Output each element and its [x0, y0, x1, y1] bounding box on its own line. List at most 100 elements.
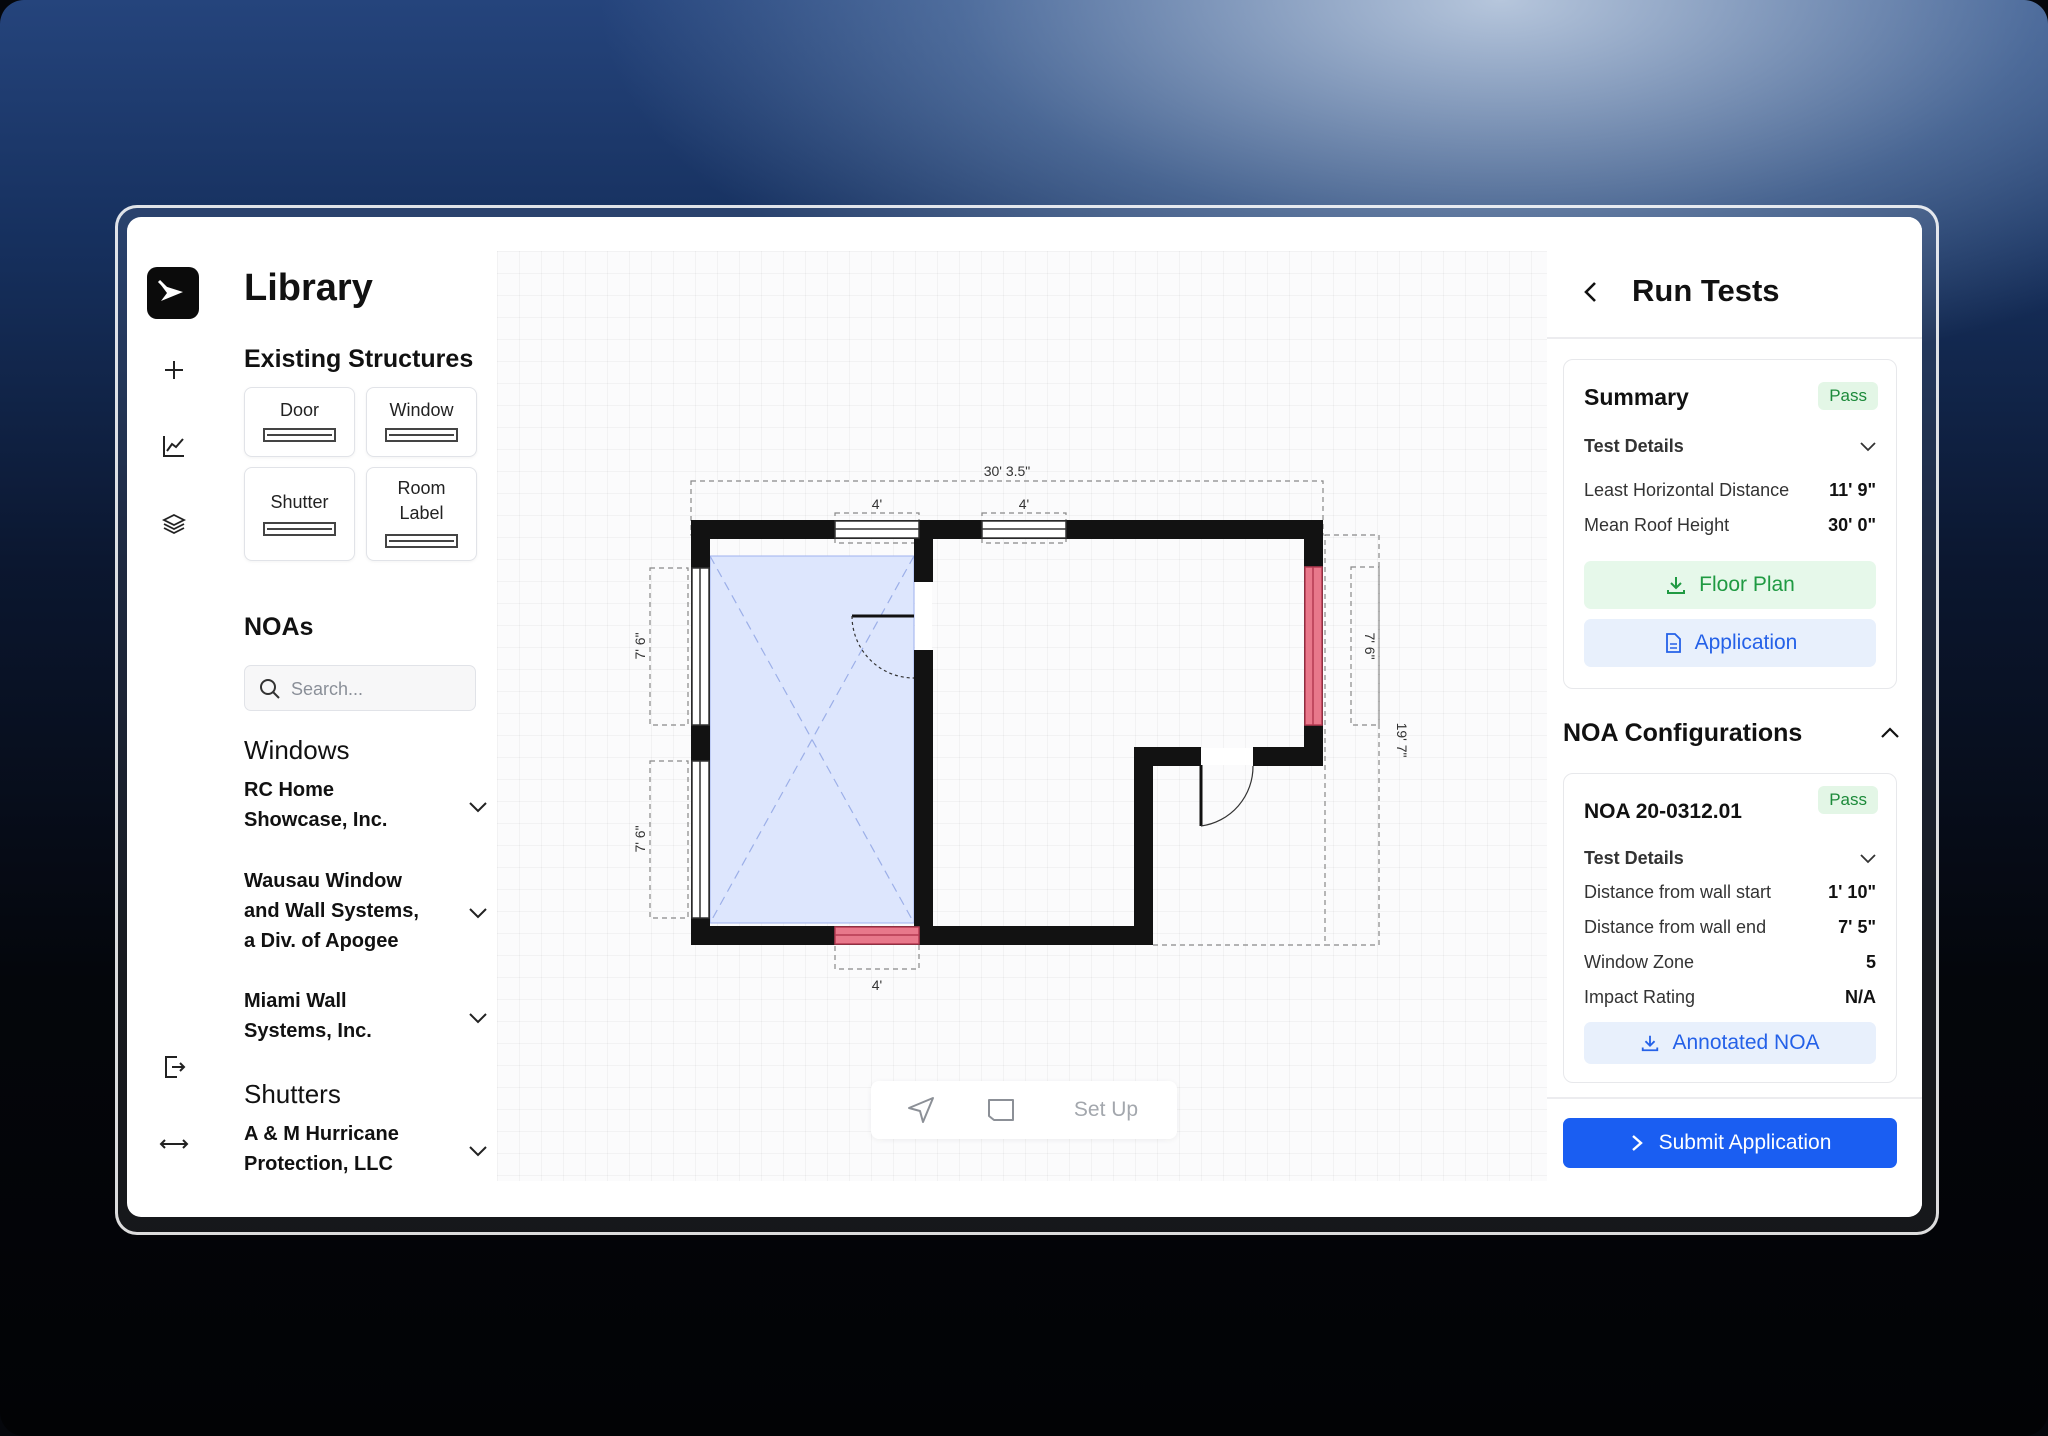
- noa-row: Impact Rating N/A: [1584, 987, 1876, 1013]
- overall-width-label: 30' 3.5": [984, 463, 1031, 479]
- window-glyph-icon: [385, 428, 458, 442]
- application-label: Application: [1694, 631, 1798, 654]
- submit-application-button[interactable]: Submit Application: [1563, 1118, 1897, 1168]
- row-value: 30' 0": [1828, 515, 1876, 535]
- library-title: Library: [244, 267, 373, 309]
- right-window-label: 7' 6": [1362, 632, 1378, 659]
- row-label: Mean Roof Height: [1584, 515, 1730, 535]
- canvas-toolbar: Set Up: [871, 1081, 1177, 1139]
- row-label: Impact Rating: [1584, 987, 1696, 1007]
- existing-structures-title: Existing Structures: [244, 345, 474, 373]
- noa-search-box: [244, 665, 476, 711]
- noa-card: NOA 20-0312.01 Pass Test Details Distanc…: [1563, 773, 1897, 1083]
- chevron-down-icon: [469, 1146, 487, 1157]
- run-tests-panel: Run Tests Summary Pass Test Details Leas…: [1547, 217, 1922, 1217]
- noa-title: NOA 20-0312.01: [1584, 800, 1742, 823]
- application-button[interactable]: Application: [1584, 619, 1876, 667]
- top-window-b-label: 4': [1019, 496, 1029, 512]
- noas-title: NOAs: [244, 613, 314, 641]
- noa-search-input[interactable]: [289, 675, 473, 703]
- summary-test-details-toggle[interactable]: Test Details: [1584, 434, 1878, 462]
- row-label: Least Horizontal Distance: [1584, 480, 1790, 500]
- structure-door-tile[interactable]: Door: [244, 387, 355, 457]
- noa-test-details-toggle[interactable]: Test Details: [1584, 846, 1878, 874]
- tile-label: Door: [279, 400, 319, 420]
- row-value: 1' 10": [1828, 882, 1876, 902]
- header-divider: [1547, 337, 1922, 339]
- navigate-arrow-icon: [908, 1097, 934, 1123]
- noa-configurations-title: NOA Configurations: [1563, 719, 1803, 747]
- noa-status-badge: Pass: [1818, 786, 1878, 814]
- summary-row: Least Horizontal Distance 11' 9": [1584, 480, 1876, 506]
- select-tool-button[interactable]: [891, 1081, 951, 1139]
- floor-plan-download-button[interactable]: Floor Plan: [1584, 561, 1876, 609]
- chevron-up-icon[interactable]: [1878, 723, 1902, 743]
- row-label: Window Zone: [1584, 952, 1695, 972]
- back-chevron-icon[interactable]: [1577, 277, 1605, 307]
- vendor-name: RC Home Showcase, Inc.: [244, 779, 388, 831]
- structure-shutter-tile[interactable]: Shutter: [244, 467, 355, 561]
- row-value: 11' 9": [1829, 480, 1876, 500]
- chevron-right-icon: [1631, 1135, 1643, 1151]
- plus-icon[interactable]: [157, 353, 191, 387]
- row-value: 7' 5": [1838, 917, 1876, 937]
- download-icon: [1642, 1035, 1659, 1052]
- left-window-upper-label: 7' 6": [632, 632, 648, 659]
- layers-icon[interactable]: [157, 507, 191, 541]
- top-window-a-label: 4': [872, 496, 882, 512]
- door-glyph-icon: [263, 428, 336, 442]
- resize-icon[interactable]: [157, 1127, 191, 1161]
- chevron-down-icon: [469, 1013, 487, 1024]
- tile-label: Shutter: [270, 492, 329, 512]
- search-icon: [260, 679, 280, 699]
- row-label: Distance from wall end: [1584, 917, 1767, 937]
- vendor-rc-home-showcase[interactable]: RC Home Showcase, Inc.: [244, 775, 489, 839]
- noa-row: Distance from wall start 1' 10": [1584, 882, 1876, 908]
- chevron-down-icon: [1860, 854, 1876, 864]
- shutters-category-title: Shutters: [244, 1079, 341, 1109]
- exit-icon[interactable]: [157, 1050, 191, 1084]
- annotated-noa-download-button[interactable]: Annotated NOA: [1584, 1022, 1876, 1064]
- chevron-down-icon: [469, 802, 487, 813]
- vendor-am-hurricane[interactable]: A & M Hurricane Protection, LLC: [244, 1119, 489, 1183]
- room-shape-icon: [988, 1099, 1014, 1121]
- chevron-down-icon: [469, 908, 487, 919]
- floor-plan[interactable]: 30' 3.5" 4' 4' 4' 7' 6" 7' 6" 7' 6" 19' …: [497, 251, 1547, 1181]
- vendor-wausau-window[interactable]: Wausau Window and Wall Systems, a Div. o…: [244, 866, 489, 960]
- summary-card: Summary Pass Test Details Least Horizont…: [1563, 359, 1897, 689]
- logo-icon[interactable]: [147, 267, 199, 319]
- library-panel: Library Existing Structures Door Window …: [227, 217, 497, 1217]
- draw-room-tool-button[interactable]: [971, 1081, 1031, 1139]
- tile-label: Window: [389, 400, 454, 420]
- chart-icon[interactable]: [157, 429, 191, 463]
- structure-room-label-tile[interactable]: Room Label: [366, 467, 477, 561]
- test-details-label: Test Details: [1584, 848, 1684, 868]
- vendor-miami-wall-systems[interactable]: Miami Wall Systems, Inc.: [244, 986, 489, 1050]
- summary-row: Mean Roof Height 30' 0": [1584, 515, 1876, 541]
- run-tests-title: Run Tests: [1632, 273, 1780, 308]
- row-label: Distance from wall start: [1584, 882, 1772, 902]
- tile-label: Room Label: [397, 478, 446, 523]
- chevron-down-icon: [1860, 442, 1876, 452]
- vendor-name: A & M Hurricane Protection, LLC: [244, 1123, 399, 1175]
- room-label-glyph-icon: [385, 534, 458, 548]
- noa-row: Window Zone 5: [1584, 952, 1876, 978]
- floor-plan-label: Floor Plan: [1699, 573, 1795, 596]
- app-window: Library Existing Structures Door Window …: [127, 217, 1922, 1217]
- floor-plan-canvas[interactable]: 30' 3.5" 4' 4' 4' 7' 6" 7' 6" 7' 6" 19' …: [497, 251, 1547, 1181]
- footer-divider: [1547, 1097, 1922, 1099]
- summary-status-badge: Pass: [1818, 382, 1878, 410]
- setup-button[interactable]: Set Up: [1051, 1081, 1161, 1139]
- summary-title: Summary: [1584, 384, 1689, 410]
- test-details-label: Test Details: [1584, 436, 1684, 456]
- right-height-label: 19' 7": [1394, 723, 1410, 758]
- vendor-name: Miami Wall Systems, Inc.: [244, 990, 372, 1042]
- row-value: N/A: [1845, 987, 1876, 1007]
- setup-label: Set Up: [1073, 1098, 1139, 1121]
- download-icon: [1667, 577, 1686, 594]
- structure-window-tile[interactable]: Window: [366, 387, 477, 457]
- noa-row: Distance from wall end 7' 5": [1584, 917, 1876, 943]
- shutter-glyph-icon: [263, 522, 336, 536]
- left-window-lower-label: 7' 6": [632, 825, 648, 852]
- vendor-name: Wausau Window and Wall Systems, a Div. o…: [244, 870, 419, 952]
